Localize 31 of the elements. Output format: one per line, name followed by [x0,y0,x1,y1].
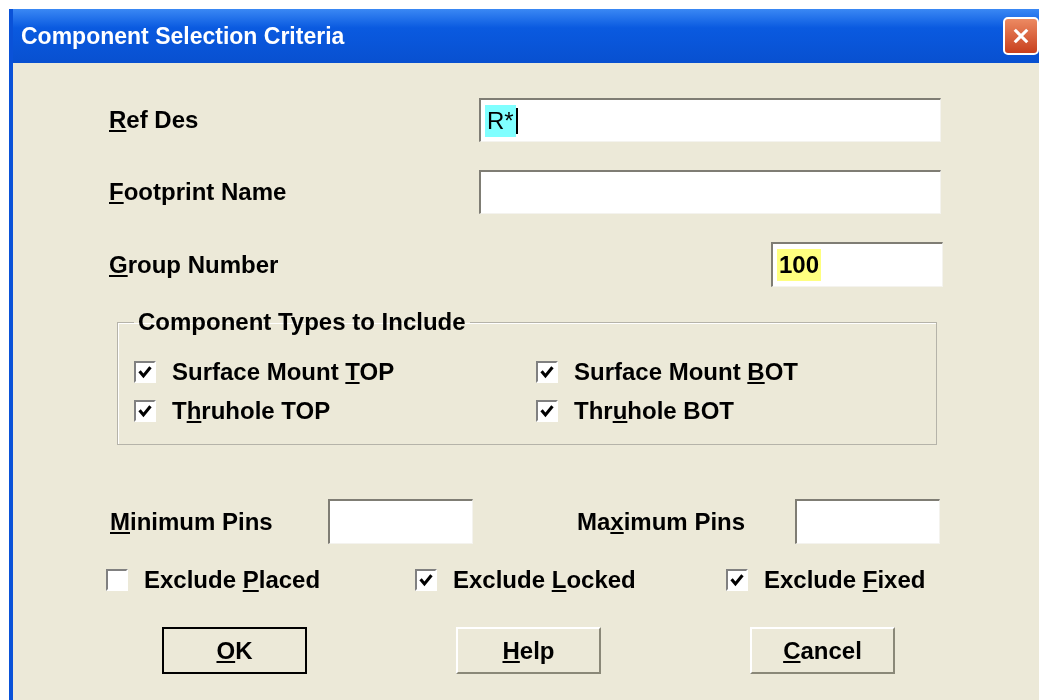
checkbox[interactable] [536,361,558,383]
input-field[interactable] [479,170,941,214]
group-title: Component Types to Include [137,307,467,337]
checkbox-label[interactable]: Exclude Locked [453,566,636,594]
checkbox-label[interactable]: Thruhole BOT [574,397,734,425]
field-label: Footprint Name [109,178,288,206]
checkbox[interactable] [415,569,437,591]
checkbox-label[interactable]: Exclude Fixed [764,566,926,594]
checkbox-label[interactable]: Thruhole TOP [172,397,331,425]
dialog-button[interactable]: Help [456,627,601,674]
checkbox-label[interactable]: Surface Mount BOT [574,358,798,386]
close-button[interactable] [1003,17,1039,55]
checkbox-label[interactable]: Exclude Placed [144,566,321,594]
checkbox[interactable] [726,569,748,591]
checkbox-label[interactable]: Surface Mount TOP [172,358,395,386]
checkbox[interactable] [134,400,156,422]
close-icon [1011,26,1031,46]
input-field[interactable]: R* [479,98,941,142]
input-field[interactable] [328,499,473,544]
input-field[interactable]: 100 [771,242,943,287]
field-label: Ref Des [109,106,200,134]
dialog-button[interactable]: Cancel [750,627,895,674]
field-label: Minimum Pins [110,507,274,536]
checkbox[interactable] [536,400,558,422]
dialog-button[interactable]: OK [162,627,307,674]
checkbox[interactable] [134,361,156,383]
field-label: Maximum Pins [577,507,747,536]
field-label: Group Number [109,250,280,279]
window-title: Component Selection Criteria [21,22,345,50]
checkbox[interactable] [106,569,128,591]
input-field[interactable] [795,499,940,544]
